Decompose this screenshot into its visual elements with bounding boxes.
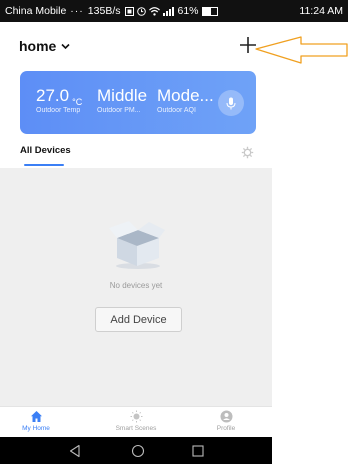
back-icon[interactable] (68, 444, 82, 458)
temp-unit: °C (72, 97, 83, 107)
wifi-icon (148, 6, 160, 16)
nav-profile[interactable]: Profile (196, 410, 256, 432)
sun-icon (130, 410, 142, 423)
aqi-value: Mode... (157, 86, 214, 105)
tab-all-devices[interactable]: All Devices (20, 145, 71, 156)
battery-percent: 61% (177, 5, 199, 17)
temp-label: Outdoor Temp (36, 107, 81, 114)
carrier-name: China Mobile (5, 5, 67, 17)
battery-icon (201, 6, 218, 16)
network-speed: 135B/s (87, 5, 121, 17)
sim-icon (124, 6, 134, 16)
home-label: home (19, 38, 57, 54)
pm-value: Middle (97, 86, 148, 105)
outdoor-pm: Middle Outdoor PM... (97, 86, 148, 115)
status-dots: ··· (70, 5, 84, 17)
recents-icon[interactable] (191, 444, 205, 458)
aqi-label: Outdoor AQI (157, 107, 196, 114)
nav-my-home[interactable]: My Home (6, 410, 66, 432)
system-nav-bar (0, 437, 272, 464)
nav-label-smart-scenes: Smart Scenes (115, 425, 157, 432)
profile-icon (220, 410, 232, 423)
empty-box-icon (109, 221, 165, 269)
add-device-button[interactable]: Add Device (95, 307, 182, 332)
microphone-icon (226, 97, 236, 109)
clock-icon (136, 6, 146, 16)
device-list-area: No devices yet Add Device (0, 168, 272, 406)
pm-label: Outdoor PM... (97, 107, 141, 114)
home-circle-icon[interactable] (131, 444, 145, 458)
status-bar: China Mobile ··· 135B/s 61% 11:24 AM (0, 0, 348, 22)
signal-icon (162, 6, 174, 16)
nav-label-my-home: My Home (22, 425, 50, 432)
bottom-nav: My Home Smart Scenes Profile (0, 406, 272, 438)
empty-message: No devices yet (109, 281, 163, 290)
weather-card[interactable]: 27.0 °C Outdoor Temp Middle Outdoor PM...… (20, 71, 256, 134)
gear-icon[interactable] (241, 146, 254, 159)
outdoor-aqi: Mode... Outdoor AQI (157, 86, 214, 115)
chevron-down-icon (61, 43, 70, 49)
temp-value: 27.0 (36, 86, 70, 105)
tab-active-indicator (24, 164, 64, 166)
home-selector[interactable]: home (19, 38, 70, 54)
clock-time: 11:24 AM (299, 5, 343, 17)
voice-button[interactable] (218, 90, 244, 116)
outdoor-temp: 27.0 °C Outdoor Temp (36, 86, 83, 115)
annotation-arrow-icon (255, 36, 348, 64)
nav-smart-scenes[interactable]: Smart Scenes (106, 410, 166, 432)
home-icon (30, 411, 42, 422)
nav-label-profile: Profile (216, 425, 236, 432)
